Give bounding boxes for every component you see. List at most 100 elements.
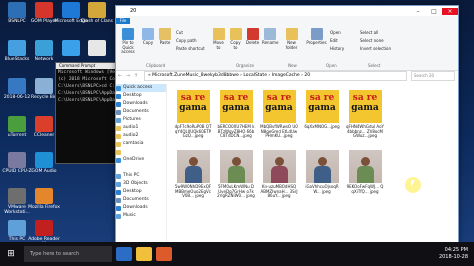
- history-button[interactable]: History: [330, 46, 344, 51]
- windows-start-icon[interactable]: ⊞: [0, 249, 22, 259]
- nav-item[interactable]: Quick access: [116, 84, 166, 92]
- nav-folder-icon: [116, 173, 121, 179]
- file-tile[interactable]: Kn-uzuMBOdHSQ ABMZIwnaH... 3SrJ86uY... j…: [260, 150, 298, 199]
- taskbar-app-icon[interactable]: [136, 247, 152, 261]
- file-tile[interactable]: 9EKOoFwFqWJ... QqXiTfQ... jpeg: [346, 150, 384, 194]
- file-tile[interactable]: sa re gama bERCO0XU7HEM kBTzWgvZ8HO 66bC8T…: [217, 90, 255, 139]
- nav-item[interactable]: camtasia: [116, 140, 166, 148]
- desktop-icon[interactable]: Adobe Reader XI: [27, 220, 61, 242]
- new-folder-button[interactable]: New folder: [283, 28, 300, 50]
- new-folder-icon: [285, 28, 298, 40]
- person-body: [356, 166, 374, 183]
- nav-item[interactable]: [116, 164, 166, 172]
- search-input[interactable]: Search 20: [411, 71, 455, 81]
- paste-shortcut-button[interactable]: Paste shortcut: [176, 46, 205, 51]
- select-none-button[interactable]: Select none: [360, 38, 384, 43]
- nav-item-label: Documents: [123, 109, 149, 114]
- paste-button[interactable]: Paste: [157, 28, 173, 46]
- nav-item-label: Desktop: [123, 93, 142, 98]
- nav-item[interactable]: audio1: [116, 124, 166, 132]
- move-to-button[interactable]: Move to: [211, 28, 226, 50]
- person-head: [317, 157, 327, 166]
- desktop-icon[interactable]: Mozilla Firefox: [27, 188, 61, 210]
- nav-item[interactable]: Pictures: [116, 116, 166, 124]
- photo-thumbnail: [219, 150, 253, 183]
- desktop-app-icon: [35, 188, 53, 204]
- nav-item[interactable]: Desktop: [116, 188, 166, 196]
- up-arrow-icon[interactable]: ↑: [132, 73, 140, 79]
- desktop-app-icon: [35, 40, 53, 56]
- cut-button[interactable]: Cut: [176, 30, 183, 35]
- file-explorer-window[interactable]: 20 – □ × File Pin to Quick access Copy P…: [115, 5, 459, 242]
- saregama-logo: sa re: [180, 93, 206, 103]
- file-name: iGaVhhcuOjsoqRW... jpeg: [305, 184, 339, 194]
- nav-item[interactable]: [116, 148, 166, 156]
- maximize-button[interactable]: □: [426, 8, 442, 15]
- taskbar-search-input[interactable]: Type here to search: [24, 246, 112, 262]
- file-name: 6qXxMNOG...jpeg: [304, 124, 340, 129]
- saregama-logo: sa re: [223, 93, 249, 103]
- open-button[interactable]: Open: [330, 30, 341, 35]
- edit-button[interactable]: Edit: [330, 38, 338, 43]
- forward-arrow-icon[interactable]: →: [124, 73, 132, 79]
- nav-folder-icon: [116, 213, 121, 219]
- close-button[interactable]: ×: [442, 7, 458, 15]
- nav-item[interactable]: This PC: [116, 172, 166, 180]
- file-name: Kn-uzuMBOdHSQ ABMZIwnaH... 3SrJ86uY... j…: [260, 184, 298, 199]
- desktop-icon[interactable]: Clash of Clans: [80, 2, 114, 24]
- nav-item[interactable]: Documents: [116, 108, 166, 116]
- nav-item[interactable]: OneDrive: [116, 156, 166, 164]
- file-tile[interactable]: sa re gama 6qXxMNOG...jpeg: [303, 90, 341, 130]
- desktop-app-icon: [35, 2, 53, 18]
- desktop-app-icon: [88, 40, 106, 56]
- delete-button[interactable]: Delete: [245, 28, 260, 46]
- address-bar[interactable]: « Microsoft.ZuneMusic_8wekyb3d8bbwe › Lo…: [144, 71, 407, 81]
- nav-folder-icon: [116, 165, 121, 171]
- file-tile[interactable]: sa re gama qFHN4WhGdul AoY4bbbnz... ZV8ocM…: [346, 90, 384, 139]
- back-arrow-icon[interactable]: ←: [116, 73, 124, 79]
- minimize-button[interactable]: –: [410, 8, 426, 15]
- file-tab[interactable]: File: [116, 18, 130, 24]
- person-head: [231, 157, 241, 166]
- nav-item[interactable]: Downloads: [116, 204, 166, 212]
- nav-folder-icon: [116, 197, 121, 203]
- select-all-button[interactable]: Select all: [360, 30, 378, 35]
- nav-folder-icon: [116, 205, 121, 211]
- nav-item-label: camtasia: [123, 141, 144, 146]
- nav-item[interactable]: Downloads: [116, 100, 166, 108]
- nav-folder-icon: [116, 181, 121, 187]
- file-tile[interactable]: 5w9W0NhD9ExQF MBBmeOuo2EgVcV0B... jpeg: [174, 150, 212, 199]
- invert-selection-button[interactable]: Invert selection: [360, 46, 391, 51]
- copy-to-button[interactable]: Copy to: [228, 28, 243, 50]
- nav-item[interactable]: audio2: [116, 132, 166, 140]
- rename-button[interactable]: Rename: [262, 28, 278, 46]
- nav-item[interactable]: Desktop: [116, 92, 166, 100]
- nav-item[interactable]: Music: [116, 212, 166, 220]
- saregama-logo: gama: [351, 103, 379, 113]
- pin-icon: [122, 28, 134, 40]
- file-tile[interactable]: sa re gama MbQBvfWRwsO U0N8geGmd EtLdUwPHm…: [260, 90, 298, 139]
- taskbar-app-icon[interactable]: [156, 247, 172, 261]
- nav-item[interactable]: Documents: [116, 196, 166, 204]
- person-head: [360, 157, 370, 166]
- saregama-thumbnail: sa re gama: [348, 90, 382, 123]
- nav-item[interactable]: 3D Objects: [116, 180, 166, 188]
- folder-move-icon: [212, 28, 225, 40]
- file-tile[interactable]: sa re gama dpF7c9oRuP0B QTqY4QL0UQk60ETPGz…: [174, 90, 212, 139]
- clock-date: 2018-10-28: [438, 254, 468, 260]
- taskbar-app-icon[interactable]: [116, 247, 132, 261]
- nav-folder-icon: [116, 149, 121, 155]
- copy-button[interactable]: Copy: [140, 28, 156, 46]
- file-tile[interactable]: 5FM0uLKmWNu DUveDq7GrHw o7k2rlgRZNiW0...…: [217, 150, 255, 199]
- desktop-icon[interactable]: [80, 40, 114, 57]
- nav-item-label: OneDrive: [123, 157, 145, 162]
- group-organize: Organize: [236, 63, 254, 68]
- photo-thumbnail: [262, 150, 296, 183]
- person-body: [227, 166, 245, 183]
- properties-button[interactable]: Properties: [306, 28, 327, 46]
- pin-quick-access-button[interactable]: Pin to Quick access: [118, 28, 138, 55]
- file-name: dpF7c9oRuP0B QTqY4QL0UQk60ETPGzQ...jpeg: [174, 124, 212, 139]
- copy-path-button[interactable]: Copy path: [176, 38, 197, 43]
- clock[interactable]: 04:25 PM 2018-10-28: [439, 247, 468, 261]
- file-tile[interactable]: iGaVhhcuOjsoqRW... jpeg: [303, 150, 341, 194]
